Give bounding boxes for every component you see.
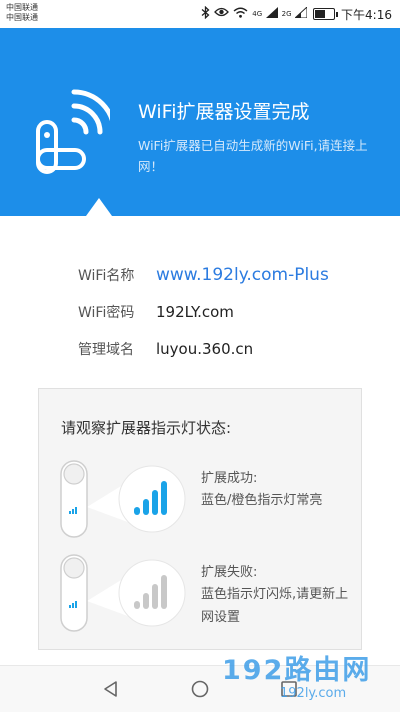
password-value: 192LY.com	[156, 303, 234, 321]
signal-tag-1: 4G	[252, 9, 263, 18]
header-pointer	[86, 198, 112, 216]
carrier-1: 中国联通	[6, 3, 38, 12]
ssid-label: WiFi名称	[78, 268, 135, 284]
success-title: 扩展成功:	[201, 471, 258, 486]
signal-icon: 4G	[252, 6, 278, 22]
domain-row: 管理域名 luyou.360.cn	[78, 336, 253, 362]
password-row: WiFi密码 192LY.com	[78, 299, 234, 325]
success-desc: 蓝色/橙色指示灯常亮	[201, 493, 323, 508]
domain-label: 管理域名	[78, 342, 134, 358]
signal-tag-2: 2G	[281, 9, 292, 18]
back-button[interactable]	[96, 674, 126, 704]
extender-fail-icon	[60, 554, 186, 632]
home-circle-icon	[191, 680, 209, 698]
wifi-icon	[233, 7, 248, 22]
status-icons: 4G 2G 下午4:16	[201, 5, 392, 23]
clock: 下午4:16	[341, 7, 392, 22]
indicator-card-title: 请观察扩展器指示灯状态:	[61, 419, 232, 437]
battery-icon	[313, 8, 339, 20]
ssid-row: WiFi名称 www.192ly.com-Plus	[78, 262, 329, 288]
fail-title: 扩展失败:	[201, 565, 258, 580]
signal-icon: 2G	[281, 5, 308, 22]
page-subtitle: WiFi扩展器已自动生成新的WiFi,请连接上网！	[138, 138, 368, 174]
domain-value: luyou.360.cn	[156, 340, 254, 358]
bluetooth-icon	[201, 5, 210, 23]
wifi-extender-icon	[36, 89, 110, 174]
page-title: WiFi扩展器设置完成	[138, 101, 310, 123]
extender-success-icon	[60, 460, 186, 538]
carrier-names: 中国联通 中国联通	[6, 3, 38, 23]
ssid-value[interactable]: www.192ly.com-Plus	[156, 265, 329, 285]
watermark-sub: 192ly.com	[280, 686, 347, 701]
fail-desc: 蓝色指示灯闪烁,请更新上网设置	[201, 587, 349, 625]
password-label: WiFi密码	[78, 305, 135, 321]
status-bar: 中国联通 中国联通 4G 2G 下午4:16	[0, 0, 400, 28]
site-watermark: 192路由网 192ly.com	[222, 648, 398, 710]
eye-icon	[214, 7, 230, 21]
watermark-main: 192路由网	[222, 655, 372, 686]
home-button[interactable]	[185, 674, 215, 704]
back-triangle-icon	[104, 681, 117, 697]
success-header: WiFi扩展器设置完成 WiFi扩展器已自动生成新的WiFi,请连接上网！	[0, 28, 400, 216]
carrier-2: 中国联通	[6, 13, 38, 22]
indicator-card: 请观察扩展器指示灯状态: 扩展成功: 蓝色/橙色指示灯常亮 扩展失败: 蓝色指示…	[38, 388, 362, 650]
